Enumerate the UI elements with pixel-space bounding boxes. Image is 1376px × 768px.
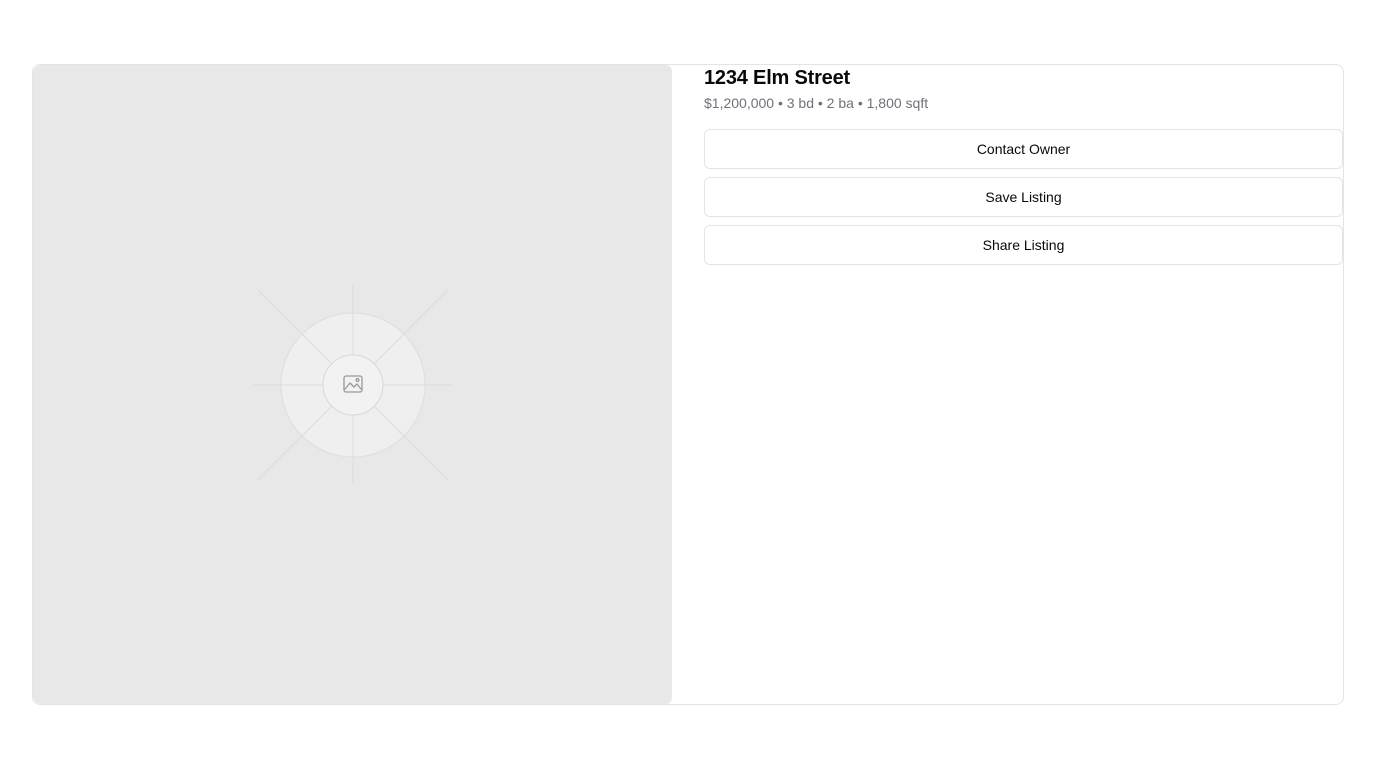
listing-title: 1234 Elm Street [704,67,850,89]
share-listing-button[interactable]: Share Listing [704,225,1343,265]
listing-photo-placeholder [33,65,672,704]
listing-actions: Contact Owner Save Listing Share Listing [704,129,1343,273]
image-placeholder-graphic [253,285,453,485]
contact-owner-button[interactable]: Contact Owner [704,129,1343,169]
listing-summary: $1,200,000 • 3 bd • 2 ba • 1,800 sqft [704,95,929,111]
listing-card: 1234 Elm Street $1,200,000 • 3 bd • 2 ba… [32,64,1344,705]
save-listing-button[interactable]: Save Listing [704,177,1343,217]
